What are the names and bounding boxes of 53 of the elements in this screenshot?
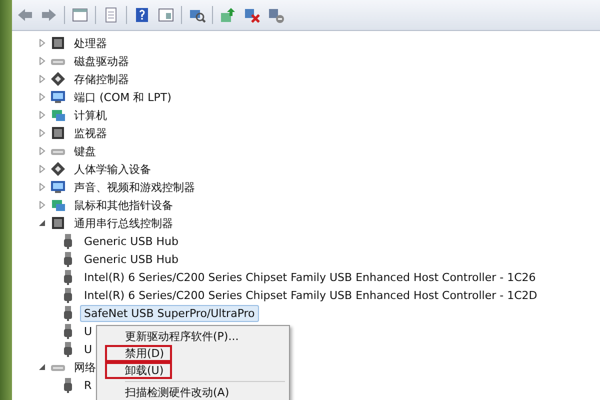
expand-icon[interactable] [38, 93, 46, 101]
update-icon[interactable] [219, 6, 237, 24]
menu-item[interactable]: 禁用(D) [99, 345, 287, 362]
expand-icon[interactable] [38, 201, 46, 209]
tree-item[interactable]: R [80, 376, 96, 394]
device-icon [50, 125, 66, 141]
tree-item[interactable]: 声音、视频和游戏控制器 [70, 178, 199, 196]
menu-item[interactable]: 扫描检测硬件改动(A) [99, 384, 287, 400]
window-icon[interactable] [71, 6, 89, 24]
expand-icon[interactable] [38, 39, 46, 47]
tree-item[interactable]: 网络 [70, 358, 100, 376]
tree-item[interactable]: Generic USB Hub [80, 232, 182, 250]
tree-item[interactable]: 人体学输入设备 [70, 160, 155, 178]
device-icon [50, 179, 66, 195]
tree-item[interactable]: SafeNet USB SuperPro/UltraPro [80, 304, 259, 322]
device-icon [50, 89, 66, 105]
device-icon [50, 71, 66, 87]
window-icon[interactable] [157, 6, 175, 24]
expand-icon[interactable] [38, 57, 46, 65]
device-icon [50, 215, 66, 231]
help-icon[interactable] [133, 6, 151, 24]
menu-item[interactable]: 卸载(U) [99, 362, 287, 379]
forward-icon[interactable] [40, 6, 58, 24]
tree-item[interactable]: 存储控制器 [70, 70, 133, 88]
uninstall-icon[interactable] [243, 6, 261, 24]
tree-item[interactable]: Intel(R) 6 Series/C200 Series Chipset Family USB Enhanced Host Controller - 1C26 [80, 268, 540, 286]
device-icon [50, 161, 66, 177]
tree-item[interactable]: 计算机 [70, 106, 111, 124]
tree-item[interactable]: U [80, 322, 96, 340]
menu-item[interactable]: 更新驱动程序软件(P)... [99, 328, 287, 345]
back-icon[interactable] [16, 6, 34, 24]
expand-icon[interactable] [38, 165, 46, 173]
device-icon [50, 107, 66, 123]
expand-icon[interactable] [38, 147, 46, 155]
tree-item[interactable]: 鼠标和其他指针设备 [70, 196, 177, 214]
tree-item[interactable]: 端口 (COM 和 LPT) [70, 88, 176, 106]
tree-item[interactable]: 磁盘驱动器 [70, 52, 133, 70]
expand-icon[interactable] [38, 75, 46, 83]
tree-item[interactable]: Generic USB Hub [80, 250, 182, 268]
disable-icon[interactable] [267, 6, 285, 24]
tree-item[interactable]: 监视器 [70, 124, 111, 142]
expand-icon[interactable] [38, 129, 46, 137]
tree-item[interactable]: U [80, 340, 96, 358]
tree-item[interactable]: 通用串行总线控制器 [70, 214, 177, 232]
expand-icon[interactable] [38, 111, 46, 119]
collapse-icon[interactable] [38, 219, 46, 227]
tree-item[interactable]: 键盘 [70, 142, 100, 160]
expand-icon[interactable] [38, 183, 46, 191]
device-icon [50, 35, 66, 51]
collapse-icon[interactable] [38, 363, 46, 371]
tree-item[interactable]: 处理器 [70, 34, 111, 52]
device-icon [50, 197, 66, 213]
tree-item[interactable]: Intel(R) 6 Series/C200 Series Chipset Family USB Enhanced Host Controller - 1C2D [80, 286, 542, 304]
